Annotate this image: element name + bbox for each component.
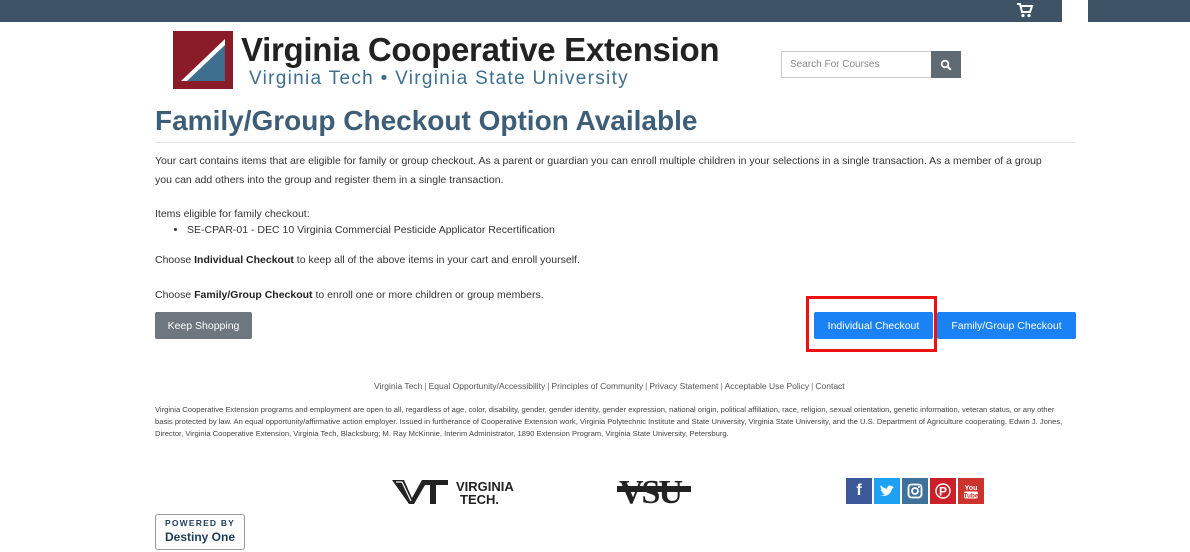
top-nav-bar — [0, 0, 1062, 22]
top-nav-bar-right — [1088, 0, 1190, 22]
footer-link-equal-opportunity[interactable]: Equal Opportunity/Accessibility — [429, 381, 546, 391]
svg-text:P: P — [939, 485, 947, 499]
list-item: SE-CPAR-01 - DEC 10 Virginia Commercial … — [187, 222, 555, 238]
title-divider — [155, 142, 1075, 143]
pinterest-icon[interactable]: P — [930, 478, 956, 504]
powered-by-badge[interactable]: POWERED BY Destiny One — [155, 514, 245, 550]
vt-logo-icon: VIRGINIA TECH. — [392, 479, 514, 507]
search-button[interactable] — [931, 51, 961, 78]
facebook-icon[interactable]: f — [846, 478, 872, 504]
vt-logo-text-bottom: TECH. — [460, 492, 499, 507]
eligible-items-list: SE-CPAR-01 - DEC 10 Virginia Commercial … — [175, 222, 555, 238]
logo-title: Virginia Cooperative Extension — [241, 31, 720, 68]
search-input[interactable] — [781, 51, 931, 78]
footer-link-privacy[interactable]: Privacy Statement — [649, 381, 718, 391]
keep-shopping-button[interactable]: Keep Shopping — [155, 312, 252, 339]
footer-link-principles[interactable]: Principles of Community — [552, 381, 644, 391]
powered-by-name: Destiny One — [164, 530, 236, 544]
page-title: Family/Group Checkout Option Available — [155, 105, 698, 136]
instruction-text: Choose — [155, 289, 195, 301]
vce-logo-mark-icon — [173, 31, 233, 89]
individual-checkout-button[interactable]: Individual Checkout — [814, 312, 933, 339]
family-group-checkout-button[interactable]: Family/Group Checkout — [937, 312, 1076, 339]
instruction-text: to enroll one or more children or group … — [312, 289, 544, 301]
instruction-text: Choose — [155, 254, 195, 266]
powered-by-label: POWERED BY — [164, 518, 236, 528]
instruction-text: to keep all of the above items in your c… — [293, 254, 580, 266]
search-icon — [940, 59, 952, 71]
footer-disclaimer: Virginia Cooperative Extension programs … — [155, 405, 1063, 438]
site-logo[interactable]: Virginia Cooperative Extension Virginia … — [173, 31, 719, 89]
svg-text:Tube: Tube — [963, 492, 978, 499]
cart-icon[interactable] — [1016, 2, 1034, 18]
twitter-icon[interactable] — [874, 478, 900, 504]
footer-link-acceptable-use[interactable]: Acceptable Use Policy — [725, 381, 810, 391]
family-instruction: Choose Family/Group Checkout to enroll o… — [155, 286, 544, 305]
footer-links: Virginia Tech | Equal Opportunity/Accessib… — [374, 381, 845, 391]
instruction-bold: Individual Checkout — [194, 254, 294, 266]
virginia-tech-logo[interactable]: VIRGINIA TECH. — [390, 476, 540, 508]
instagram-icon[interactable] — [902, 478, 928, 504]
footer-link-virginia-tech[interactable]: Virginia Tech — [374, 381, 422, 391]
course-search — [781, 51, 961, 78]
social-links: f P You Tube — [846, 478, 984, 504]
intro-text: Your cart contains items that are eligib… — [155, 155, 1042, 186]
virginia-state-logo[interactable]: VSU — [615, 472, 695, 511]
vsu-logo-icon: VSU — [617, 474, 691, 511]
instruction-bold: Family/Group Checkout — [194, 289, 313, 301]
youtube-icon[interactable]: You Tube — [958, 478, 984, 504]
svg-text:You: You — [965, 485, 978, 492]
footer-link-contact[interactable]: Contact — [815, 381, 844, 391]
individual-instruction: Choose Individual Checkout to keep all o… — [155, 251, 580, 270]
logo-subtitle: Virginia Tech • Virginia State Universit… — [249, 68, 629, 89]
